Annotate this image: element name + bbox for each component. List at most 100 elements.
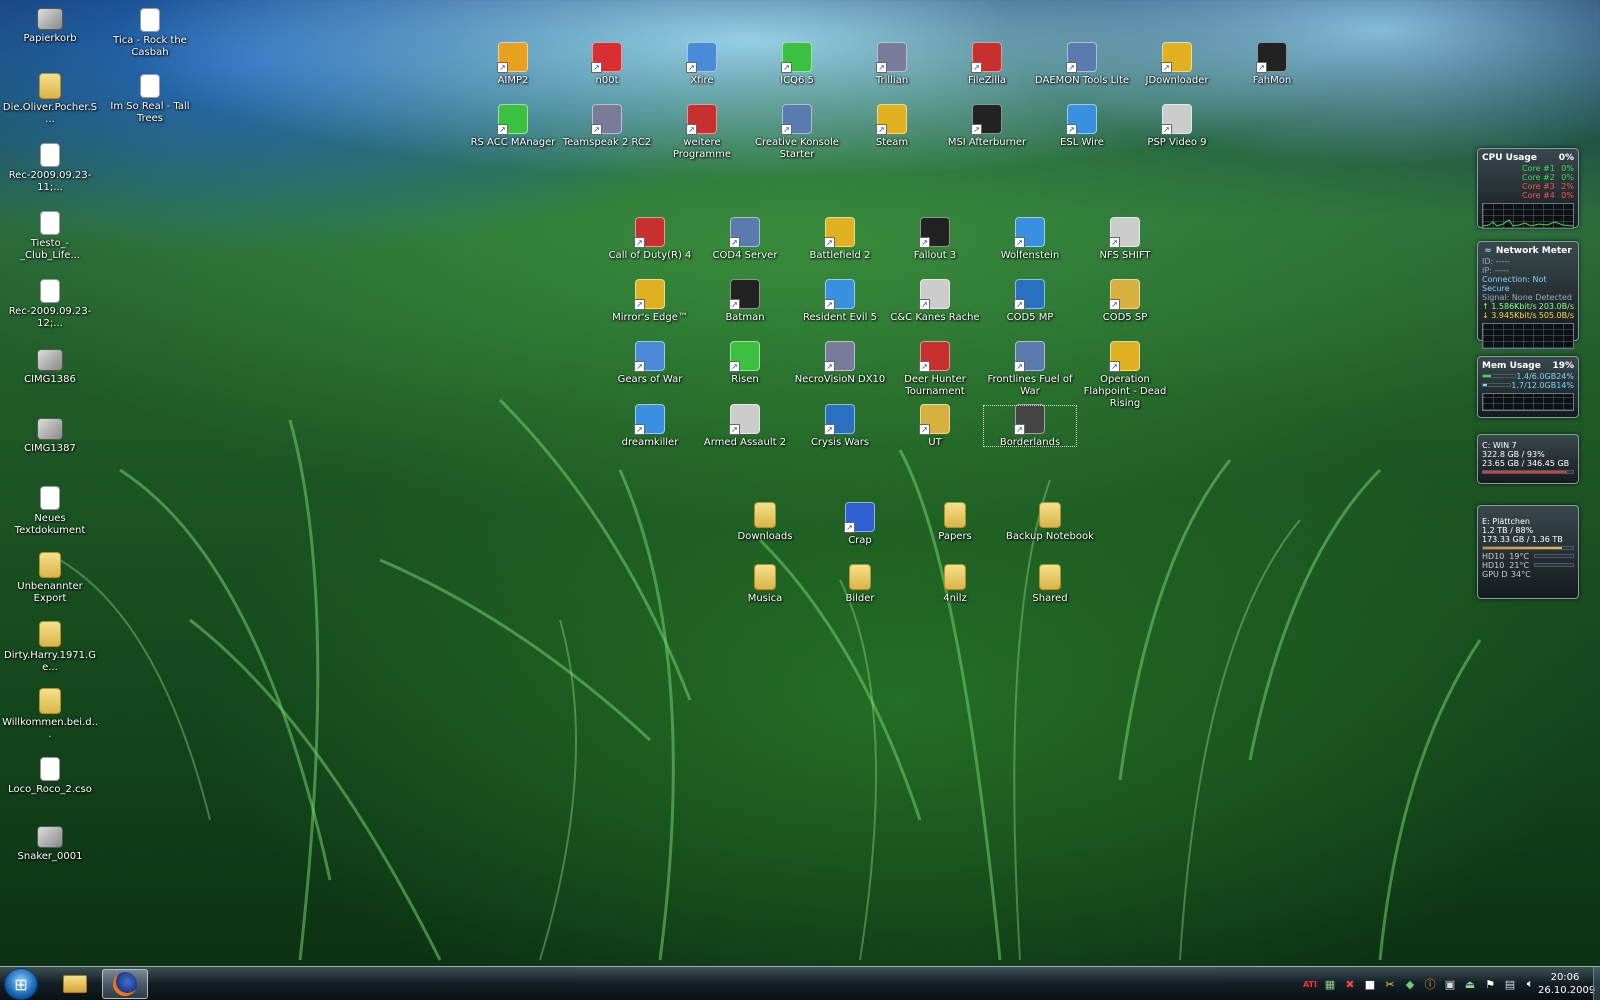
taskbar-explorer-button[interactable]: [52, 969, 98, 999]
shortcut-arrow-icon: ↗: [1161, 62, 1172, 73]
desktop-icon[interactable]: ↗ Trillian: [844, 42, 940, 87]
network-meter-gadget[interactable]: ≈ Network Meter ID: ----- IP: ----- Conne…: [1477, 241, 1579, 349]
network-connection-tray-icon[interactable]: ▤: [1502, 976, 1518, 992]
desktop-icon-label: Resident Evil 5: [803, 312, 877, 323]
desktop-icon-label: Rec-2009.09.23-12;...: [8, 306, 92, 329]
desktop-icon-label: Tiesto_-_Club_Life...: [19, 238, 80, 261]
desktop-icon[interactable]: ↗ Creative Konsole Starter: [749, 104, 845, 161]
desktop-icon[interactable]: Rec-2009.09.23-11;...: [2, 143, 98, 194]
taskbar-clock[interactable]: 20:06 26.10.2009: [1538, 971, 1595, 997]
temp-value: 34°C: [1510, 570, 1531, 579]
drive-e-gadget[interactable]: E: Plättchen 1.2 TB / 88% 173.33 GB / 1.…: [1477, 505, 1579, 599]
desktop-icon[interactable]: ↗ COD5 MP: [982, 279, 1078, 324]
desktop-icon-label: C&C Kanes Rache: [890, 312, 980, 323]
cpu-total-value: 0%: [1558, 153, 1574, 163]
desktop-icon[interactable]: ↗ Risen: [697, 341, 793, 386]
app-shortcut-icon: ↗: [781, 104, 812, 135]
temp-bar: [1534, 563, 1574, 567]
desktop-icon[interactable]: ↗ COD5 SP: [1077, 279, 1173, 324]
desktop-icon[interactable]: ↗ Crysis Wars: [792, 404, 888, 449]
desktop-icon[interactable]: ↗ Deer Hunter Tournament: [887, 341, 983, 398]
shortcut-arrow-icon: ↗: [591, 62, 602, 73]
desktop-icon[interactable]: ↗ DAEMON Tools Lite: [1034, 42, 1130, 87]
white-square-tray-icon[interactable]: ■: [1362, 976, 1378, 992]
desktop-icon[interactable]: ↗ Call of Duty(R) 4: [602, 217, 698, 262]
taskbar-firefox-button[interactable]: [102, 969, 148, 999]
desktop-icon[interactable]: ↗ ICQ6.5: [749, 42, 845, 87]
desktop-icon[interactable]: ↗ Teamspeak 2 RC2: [559, 104, 655, 149]
desktop-icon[interactable]: Loco_Roco_2.cso: [2, 757, 98, 796]
desktop-icon[interactable]: Snaker_0001: [2, 826, 98, 863]
desktop-icon[interactable]: Papers: [907, 502, 1003, 543]
show-desktop-button[interactable]: [1593, 967, 1600, 1000]
desktop-icon[interactable]: ↗ Battlefield 2: [792, 217, 888, 262]
desktop-icon[interactable]: CIMG1387: [2, 418, 98, 455]
desktop-icon[interactable]: ↗ JDownloader: [1129, 42, 1225, 87]
tool-tray-icon[interactable]: ✂: [1382, 976, 1398, 992]
desktop-icon[interactable]: Tiesto_-_Club_Life...: [2, 211, 98, 262]
desktop-icon[interactable]: ↗ weitere Programme: [654, 104, 750, 161]
volume-tray-icon[interactable]: 🔈︎: [1522, 976, 1538, 992]
shield-tray-icon[interactable]: ◆: [1402, 976, 1418, 992]
desktop-icon[interactable]: ↗ n00t: [559, 42, 655, 87]
desktop-icon[interactable]: ↗ Frontlines Fuel of War: [982, 341, 1078, 398]
desktop-icon[interactable]: Die.Oliver.Pocher.S...: [2, 73, 98, 126]
desktop-icon[interactable]: ↗ NFS SHIFT: [1077, 217, 1173, 262]
desktop-icon[interactable]: ↗ dreamkiller: [602, 404, 698, 449]
desktop-icon[interactable]: Im So Real - Tall Trees: [102, 74, 198, 125]
desktop-icon[interactable]: 4nilz: [907, 564, 1003, 605]
desktop-icon[interactable]: ↗ Gears of War: [602, 341, 698, 386]
desktop-icon[interactable]: ↗ Xfire: [654, 42, 750, 87]
flag-tray-icon[interactable]: ⚑: [1482, 976, 1498, 992]
desktop-icon[interactable]: Downloads: [717, 502, 813, 543]
desktop-icon[interactable]: Rec-2009.09.23-12;...: [2, 279, 98, 330]
drive-c-gadget[interactable]: C: WIN 7 322.8 GB / 93% 23.65 GB / 346.4…: [1477, 434, 1579, 484]
desktop-icon[interactable]: ↗ AIMP2: [465, 42, 561, 87]
desktop-icon[interactable]: ↗ Fallout 3: [887, 217, 983, 262]
app-shortcut-icon: ↗: [971, 42, 1002, 73]
desktop-icon[interactable]: Dirty.Harry.1971.Ge...: [2, 621, 98, 674]
desktop-icon[interactable]: ↗ RS ACC MAnager: [465, 104, 561, 149]
desktop-icon[interactable]: ↗ COD4 Server: [697, 217, 793, 262]
desktop-icon[interactable]: ↗ Steam: [844, 104, 940, 149]
desktop-icon[interactable]: CIMG1386: [2, 349, 98, 386]
document-icon: [40, 143, 60, 167]
desktop-icon[interactable]: Shared: [1002, 564, 1098, 605]
desktop-icon[interactable]: ↗ Operation Flahpoint - Dead Rising: [1077, 341, 1173, 410]
network-tray-icon[interactable]: ▦: [1322, 976, 1338, 992]
desktop-icon[interactable]: Papierkorb: [2, 8, 98, 45]
desktop-icon[interactable]: Neues Textdokument: [2, 486, 98, 537]
desktop-icon[interactable]: Bilder: [812, 564, 908, 605]
desktop-icon[interactable]: ↗ NecroVisioN DX10: [792, 341, 888, 386]
desktop-icon[interactable]: ↗ Mirror's Edge™: [602, 279, 698, 324]
info-tray-icon[interactable]: ⓘ: [1422, 976, 1438, 992]
desktop-icon[interactable]: ↗ FileZilla: [939, 42, 1035, 87]
ati-tray-icon[interactable]: ATI: [1302, 976, 1318, 992]
desktop-icon[interactable]: ↗ UT: [887, 404, 983, 449]
usb-tray-icon[interactable]: ⏏: [1462, 976, 1478, 992]
desktop-icon[interactable]: Musica: [717, 564, 813, 605]
desktop-icon[interactable]: ↗ FahMon: [1224, 42, 1320, 87]
desktop-icon[interactable]: ↗ Armed Assault 2: [697, 404, 793, 449]
desktop-icon[interactable]: ↗ Batman: [697, 279, 793, 324]
desktop-icon[interactable]: ↗ Crap: [812, 502, 908, 547]
network-graph: [1482, 323, 1574, 349]
desktop-icon[interactable]: ↗ PSP Video 9: [1129, 104, 1225, 149]
desktop-icon[interactable]: Willkommen.bei.d...: [2, 688, 98, 741]
start-button[interactable]: ⊞: [4, 968, 38, 1000]
desktop-icon[interactable]: ↗ C&C Kanes Rache: [887, 279, 983, 324]
desktop-icon[interactable]: ↗ ESL Wire: [1034, 104, 1130, 149]
mem-usage-gadget[interactable]: Mem Usage 19% 1.4/6.0GB 24% 1.7/12.0GB 14%: [1477, 356, 1579, 418]
document-icon: [40, 757, 60, 781]
cpu-usage-gadget[interactable]: CPU Usage 0% Core #1 0% Core #2 0% Core #3 2…: [1477, 148, 1579, 229]
desktop-icon[interactable]: ↗ MSI Afterburner: [939, 104, 1035, 149]
desktop-icon[interactable]: ↗ Resident Evil 5: [792, 279, 888, 324]
app-shortcut-icon: ↗: [919, 217, 950, 248]
desktop-icon-label: UT: [928, 437, 942, 448]
monitor-tray-icon[interactable]: ▣: [1442, 976, 1458, 992]
antivirus-tray-icon[interactable]: ✖: [1342, 976, 1358, 992]
desktop-icon[interactable]: ↗ Wolfenstein: [982, 217, 1078, 262]
desktop-icon[interactable]: Backup Notebook: [1002, 502, 1098, 543]
desktop-icon[interactable]: Unbenannter Export: [2, 552, 98, 605]
desktop-icon[interactable]: Tica - Rock the Casbah: [102, 8, 198, 59]
